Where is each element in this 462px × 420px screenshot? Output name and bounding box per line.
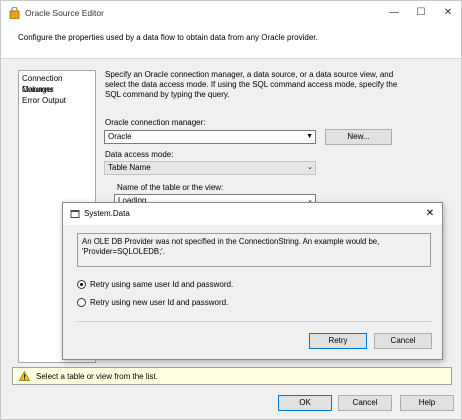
maximize-button[interactable]: ☐ <box>408 5 434 21</box>
access-mode-dropdown[interactable]: Table Name ⌄ <box>104 161 316 175</box>
radio-selected[interactable] <box>77 280 86 289</box>
title-bar: Oracle Source Editor — ☐ ✕ <box>1 1 461 25</box>
chevron-down-icon: ⌄ <box>307 164 313 171</box>
connection-manager-value: Oracle <box>108 132 132 141</box>
radio-unselected[interactable] <box>77 298 86 307</box>
warning-icon <box>19 371 30 381</box>
access-mode-label: Data access mode: <box>105 150 174 159</box>
table-name-label: Name of the table or the view: <box>117 183 224 192</box>
header-band: Configure the properties used by a data … <box>1 25 461 59</box>
header-description: Configure the properties used by a data … <box>18 33 318 42</box>
retry-same-credentials-label: Retry using same user Id and password. <box>90 280 234 289</box>
cancel-button[interactable]: Cancel <box>338 395 392 411</box>
status-message: Select a table or view from the list. <box>36 372 158 381</box>
help-button[interactable]: Help <box>400 395 454 411</box>
window-title: Oracle Source Editor <box>25 8 104 18</box>
retry-new-credentials-label: Retry using new user Id and password. <box>90 298 229 307</box>
connection-manager-dropdown[interactable]: Oracle ▼ <box>104 130 316 144</box>
new-connection-button[interactable]: New... <box>325 129 392 145</box>
dialog-title-bar: System.Data ✕ <box>63 203 442 225</box>
status-bar: Select a table or view from the list. <box>12 367 452 385</box>
dialog-cancel-button[interactable]: Cancel <box>374 333 432 349</box>
dialog-title: System.Data <box>84 209 130 218</box>
page-description: Specify an Oracle connection manager, a … <box>105 70 398 99</box>
sidebar-item-error-output[interactable]: Error Output <box>22 95 92 106</box>
retry-button[interactable]: Retry <box>309 333 367 349</box>
dropdown-arrow-icon: ▼ <box>306 133 313 140</box>
sidebar-item-connection-manager[interactable]: Connection Manager <box>22 73 92 94</box>
close-button[interactable]: ✕ <box>435 5 461 21</box>
app-icon <box>9 7 20 19</box>
system-data-dialog: System.Data ✕ An OLE DB Provider was not… <box>62 202 443 360</box>
connection-manager-label: Oracle connection manager: <box>105 118 206 127</box>
access-mode-value: Table Name <box>108 163 151 172</box>
error-message: An OLE DB Provider was not specified in … <box>77 233 431 267</box>
dialog-divider <box>77 321 431 322</box>
dialog-close-icon[interactable]: ✕ <box>423 207 437 221</box>
minimize-button[interactable]: — <box>381 5 407 21</box>
dialog-window-icon <box>70 210 80 218</box>
sidebar-item-columns[interactable]: Columns <box>22 84 92 95</box>
ok-button[interactable]: OK <box>278 395 332 411</box>
